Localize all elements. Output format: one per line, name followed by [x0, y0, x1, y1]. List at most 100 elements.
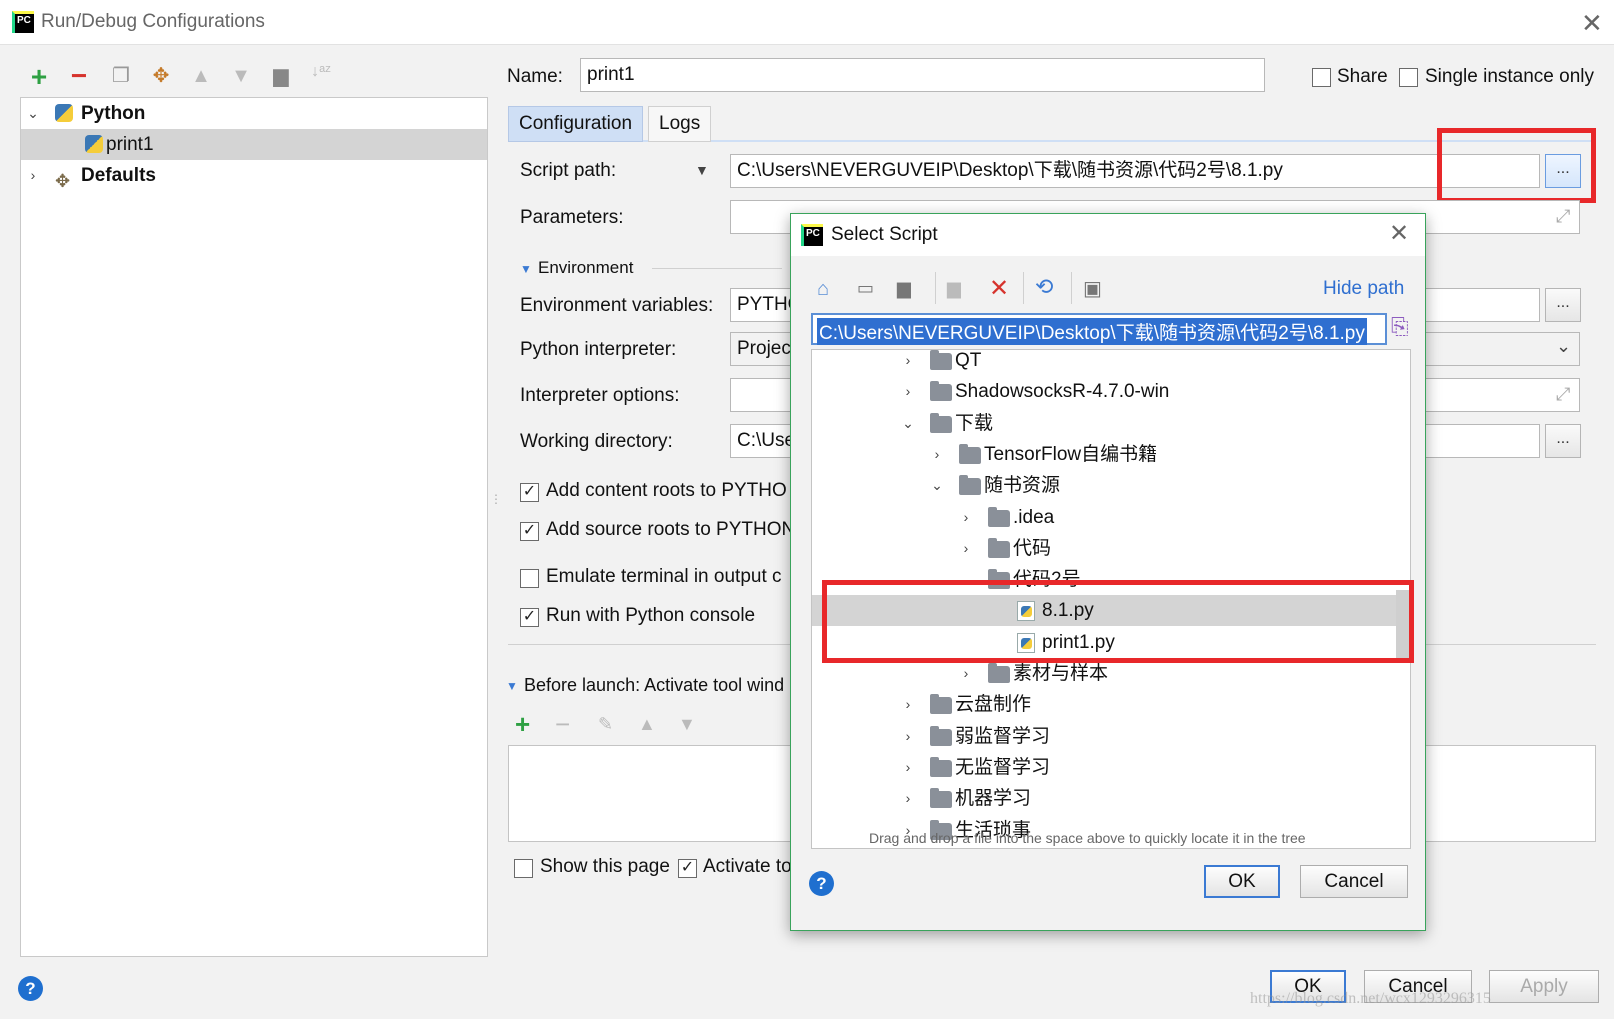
- tree-row-label: 云盘制作: [955, 694, 1032, 716]
- chevron-right-icon[interactable]: ›: [900, 721, 916, 752]
- project-folder-icon[interactable]: ▆: [897, 278, 911, 299]
- single-instance-label: Single instance only: [1425, 66, 1594, 87]
- add-icon[interactable]: +: [515, 709, 530, 740]
- desktop-icon[interactable]: ▭: [857, 278, 874, 299]
- tree-folder-row[interactable]: › QT: [812, 350, 1410, 376]
- tree-item-print1[interactable]: print1: [21, 129, 487, 160]
- add-source-roots-checkbox[interactable]: ✓: [520, 522, 539, 541]
- chevron-down-icon[interactable]: ⌄: [1556, 336, 1571, 357]
- dialog-path-input[interactable]: C:\Users\NEVERGUVEIP\Desktop\下载\随书资源\代码2…: [811, 313, 1387, 345]
- add-content-roots-checkbox[interactable]: ✓: [520, 483, 539, 502]
- dialog-cancel-button[interactable]: Cancel: [1300, 865, 1408, 898]
- tree-row-label: 下载: [955, 412, 994, 434]
- chevron-right-icon[interactable]: ›: [900, 783, 916, 814]
- folder-icon: [930, 412, 952, 433]
- chevron-right-icon[interactable]: ›: [900, 689, 916, 720]
- show-hidden-icon[interactable]: ▣: [1083, 276, 1102, 301]
- chevron-right-icon[interactable]: ›: [929, 439, 945, 470]
- copy-icon[interactable]: ❐: [108, 66, 134, 86]
- env-vars-browse-button[interactable]: ...: [1545, 288, 1581, 322]
- move-down-icon[interactable]: ▼: [678, 714, 696, 735]
- edit-icon[interactable]: ✎: [598, 714, 613, 735]
- help-icon[interactable]: ?: [18, 976, 43, 1001]
- chevron-right-icon[interactable]: ›: [25, 160, 41, 191]
- collapse-triangle-icon[interactable]: ▼: [506, 679, 518, 693]
- refresh-icon[interactable]: ⟲: [1035, 274, 1053, 300]
- tree-folder-row[interactable]: › 弱监督学习: [812, 721, 1410, 752]
- tree-folder-row[interactable]: › 机器学习: [812, 783, 1410, 814]
- splitter-grip[interactable]: ⋮: [490, 492, 502, 506]
- new-folder-icon[interactable]: ▆: [947, 278, 961, 299]
- watermark: https://blog.csdn.net/wcx1293296315: [1250, 990, 1491, 1007]
- tree-folder-row[interactable]: › 无监督学习: [812, 752, 1410, 783]
- tree-item-defaults[interactable]: › ✥ Defaults: [21, 160, 487, 191]
- chevron-right-icon[interactable]: ›: [958, 533, 974, 564]
- help-icon[interactable]: ?: [809, 871, 834, 896]
- folder-icon: [988, 506, 1010, 527]
- chevron-down-icon[interactable]: ⌄: [900, 408, 916, 439]
- tree-folder-row[interactable]: › 云盘制作: [812, 689, 1410, 720]
- move-down-icon[interactable]: ▼: [228, 66, 254, 86]
- tree-folder-row[interactable]: › ShadowsocksR-4.7.0-win: [812, 376, 1410, 407]
- collapse-triangle-icon[interactable]: ▼: [520, 262, 532, 276]
- name-input[interactable]: print1: [580, 58, 1265, 92]
- wrench-icon[interactable]: ✥: [148, 66, 174, 86]
- tree-folder-row[interactable]: ⌄ 下载: [812, 408, 1410, 439]
- share-checkbox[interactable]: [1312, 68, 1331, 87]
- activate-tool-checkbox[interactable]: ✓: [678, 859, 697, 878]
- chevron-right-icon[interactable]: ›: [900, 752, 916, 783]
- add-icon[interactable]: +: [26, 63, 52, 91]
- tab-configuration[interactable]: Configuration: [508, 106, 644, 142]
- chevron-right-icon[interactable]: ›: [900, 376, 916, 407]
- single-instance-checkbox[interactable]: [1399, 68, 1418, 87]
- chevron-down-icon[interactable]: ⌄: [25, 98, 41, 129]
- before-launch-label: Before launch: Activate tool wind: [524, 675, 785, 695]
- home-icon[interactable]: ⌂: [817, 278, 829, 301]
- tree-folder-row[interactable]: › .idea: [812, 502, 1410, 533]
- folder-icon: [959, 443, 981, 464]
- tree-folder-row[interactable]: › 代码: [812, 533, 1410, 564]
- hide-path-link[interactable]: Hide path: [1323, 278, 1404, 300]
- pycharm-logo-icon: PC: [801, 224, 823, 246]
- name-label: Name:: [507, 66, 563, 87]
- tree-row-label: .idea: [1013, 506, 1055, 528]
- folder-icon[interactable]: ▆: [268, 66, 294, 86]
- chevron-right-icon[interactable]: ›: [900, 350, 916, 376]
- tree-row-label: TensorFlow自编书籍: [984, 443, 1158, 465]
- run-with-console-label: Run with Python console: [546, 605, 756, 626]
- show-page-checkbox[interactable]: [514, 859, 533, 878]
- delete-icon[interactable]: ✕: [989, 274, 1009, 303]
- emulate-terminal-label: Emulate terminal in output c: [546, 566, 782, 587]
- activate-tool-label: Activate to: [703, 856, 792, 877]
- close-icon[interactable]: ✕: [1581, 10, 1603, 36]
- expand-icon[interactable]: ⤢: [1556, 384, 1570, 405]
- expand-icon[interactable]: ⤢: [1556, 206, 1570, 227]
- remove-icon[interactable]: −: [66, 62, 92, 90]
- folder-icon: [988, 537, 1010, 558]
- folder-icon: [930, 694, 952, 715]
- apply-button[interactable]: Apply: [1489, 970, 1599, 1003]
- show-page-label: Show this page: [540, 856, 670, 877]
- working-dir-browse-button[interactable]: ...: [1545, 424, 1581, 458]
- caret-down-icon[interactable]: ▼: [695, 162, 709, 178]
- tree-folder-row[interactable]: ⌄ 随书资源: [812, 470, 1410, 501]
- tab-logs[interactable]: Logs: [648, 106, 712, 142]
- chevron-right-icon[interactable]: ›: [958, 502, 974, 533]
- close-icon[interactable]: ✕: [1389, 222, 1409, 246]
- share-label: Share: [1337, 66, 1388, 87]
- run-with-console-checkbox[interactable]: ✓: [520, 608, 539, 627]
- path-history-icon[interactable]: ⎘: [1391, 314, 1409, 340]
- dialog-ok-button[interactable]: OK: [1204, 865, 1280, 898]
- tree-item-python[interactable]: ⌄ Python: [21, 98, 487, 129]
- script-path-label: Script path:: [520, 160, 617, 181]
- tree-folder-row[interactable]: › TensorFlow自编书籍: [812, 439, 1410, 470]
- chevron-down-icon[interactable]: ⌄: [929, 470, 945, 501]
- divider: [652, 268, 782, 269]
- script-path-input[interactable]: C:\Users\NEVERGUVEIP\Desktop\下载\随书资源\代码2…: [730, 154, 1540, 188]
- env-vars-label: Environment variables:: [520, 295, 714, 316]
- sort-icon[interactable]: ↓ᵃᶻ: [308, 64, 334, 80]
- remove-icon[interactable]: −: [555, 709, 570, 740]
- emulate-terminal-checkbox[interactable]: [520, 569, 539, 588]
- move-up-icon[interactable]: ▲: [188, 66, 214, 86]
- move-up-icon[interactable]: ▲: [638, 714, 656, 735]
